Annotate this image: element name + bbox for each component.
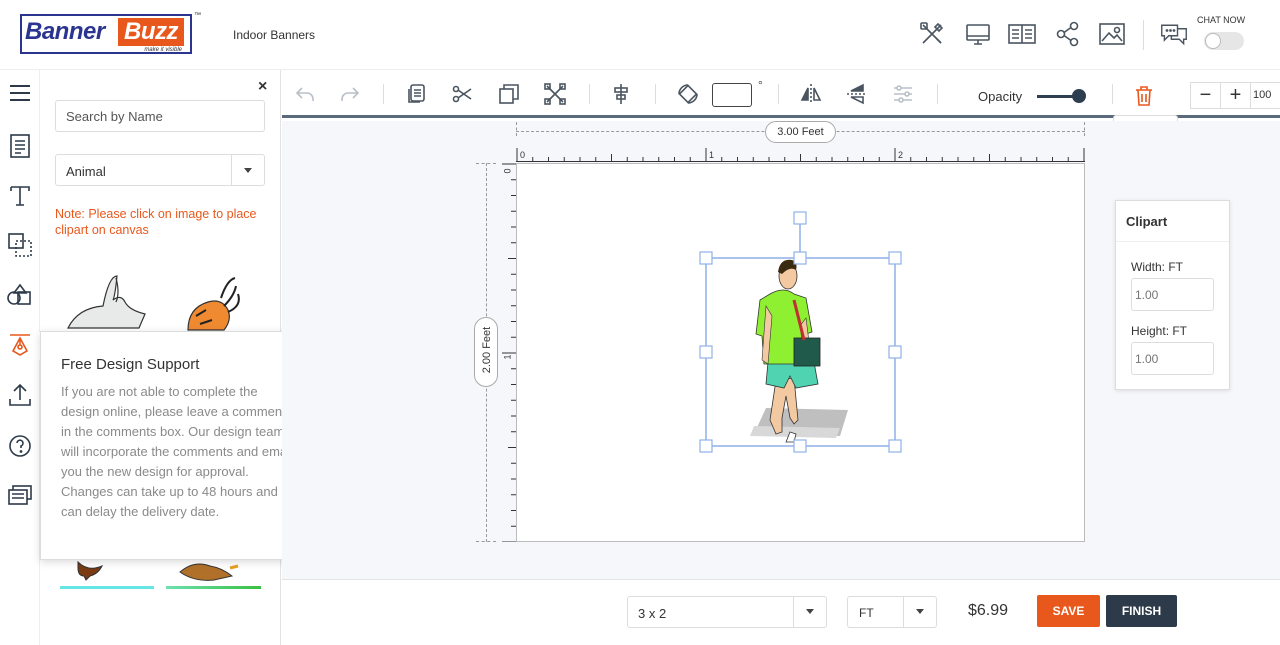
width-dimension-tick	[1084, 122, 1085, 136]
pen-tool-icon[interactable]	[6, 331, 34, 359]
divider	[1116, 241, 1229, 242]
height-dimension-tick	[476, 541, 496, 542]
toolbar-separator	[383, 84, 384, 104]
logo-trademark: ™	[194, 12, 201, 19]
image-icon[interactable]	[1098, 20, 1126, 48]
height-dimension-tick	[476, 163, 496, 164]
help-icon[interactable]	[6, 432, 34, 460]
opacity-slider-handle[interactable]	[1072, 89, 1086, 103]
tools-icon[interactable]	[918, 20, 946, 48]
toolbar-separator	[937, 84, 938, 104]
redo-icon[interactable]	[338, 82, 362, 106]
clipart-icon[interactable]	[6, 281, 34, 309]
bannerbuzz-logo[interactable]: Banner Buzz make it visible	[20, 14, 192, 54]
save-button[interactable]: SAVE	[1037, 595, 1100, 627]
zoom-value[interactable]: 100	[1253, 89, 1271, 101]
chat-now-label: CHAT NOW	[1197, 15, 1246, 25]
clipart-properties-panel: Clipart Width: FT Height: FT	[1115, 200, 1230, 390]
chevron-down-icon[interactable]	[793, 597, 826, 627]
chevron-down-icon[interactable]	[231, 155, 264, 185]
degree-symbol: °	[758, 78, 763, 92]
support-body: If you are not able to complete the desi…	[61, 384, 293, 519]
paste-icon[interactable]	[405, 82, 429, 106]
ruler-top-label: 1	[709, 150, 715, 160]
book-icon[interactable]	[1008, 20, 1036, 48]
panel-close-icon[interactable]: ×	[258, 78, 267, 96]
width-dimension-tick	[516, 122, 517, 136]
height-input[interactable]	[1131, 342, 1214, 375]
product-title: Indoor Banners	[233, 28, 316, 42]
cut-icon[interactable]	[450, 82, 474, 106]
comments-icon[interactable]	[6, 482, 34, 510]
toolbar-separator	[1112, 84, 1113, 104]
top-ruler	[516, 148, 1085, 162]
toolbar-separator	[589, 84, 590, 104]
shapes-icon[interactable]	[6, 231, 34, 259]
undo-icon[interactable]	[293, 82, 317, 106]
flip-horizontal-icon[interactable]	[799, 82, 823, 106]
width-input[interactable]	[1131, 278, 1214, 311]
hamburger-menu-icon[interactable]	[6, 79, 34, 107]
height-label: Height: FT	[1131, 324, 1188, 338]
chat-icon[interactable]	[1160, 20, 1192, 50]
zoom-control: − + 100	[1190, 82, 1280, 109]
zoom-out-button[interactable]: −	[1191, 83, 1221, 108]
chat-now-toggle[interactable]	[1204, 32, 1244, 50]
template-icon[interactable]	[6, 132, 34, 160]
placement-note: Note: Please click on image to place cli…	[55, 207, 257, 237]
toolbar-separator	[655, 84, 656, 104]
chevron-down-icon[interactable]	[903, 597, 936, 627]
thumb-selection-bar	[60, 586, 154, 589]
edit-toolbar	[282, 70, 1280, 118]
rotate-icon[interactable]	[676, 82, 700, 106]
category-select[interactable]: Animal	[55, 154, 265, 186]
duplicate-icon[interactable]	[497, 82, 521, 106]
search-input[interactable]	[55, 100, 265, 132]
finish-button[interactable]: FINISH	[1106, 595, 1177, 627]
price-label: $6.99	[968, 602, 1009, 619]
trash-icon[interactable]	[1133, 84, 1155, 108]
left-ruler	[502, 163, 516, 542]
clipart-panel-title: Clipart	[1126, 214, 1168, 229]
toggle-knob	[1205, 33, 1221, 49]
unit-select[interactable]: FT	[847, 596, 937, 628]
width-dimension-label: 3.00 Feet	[765, 121, 836, 143]
adjust-sliders-icon[interactable]	[891, 82, 915, 106]
height-dimension-label: 2.00 Feet	[474, 317, 498, 387]
clipart-thumb-tiger[interactable]	[166, 268, 261, 338]
ruler-left-label: 0	[502, 168, 513, 174]
upload-icon[interactable]	[6, 381, 34, 409]
clipart-thumb-rabbit[interactable]	[58, 268, 153, 338]
width-label: Width: FT	[1131, 260, 1184, 274]
flip-vertical-icon[interactable]	[845, 82, 869, 106]
ruler-left-label: 1	[502, 354, 513, 360]
selected-clipart[interactable]	[698, 210, 908, 456]
text-icon[interactable]	[6, 182, 34, 210]
toolbar-separator	[778, 84, 779, 104]
ruler-top-label: 2	[898, 150, 904, 160]
thumb-selection-bar	[166, 586, 261, 589]
align-icon[interactable]	[609, 82, 633, 106]
app-header	[0, 0, 1280, 70]
zoom-in-button[interactable]: +	[1221, 83, 1251, 108]
share-icon[interactable]	[1054, 20, 1082, 48]
support-title: Free Design Support	[61, 356, 200, 373]
rotation-input[interactable]	[712, 83, 752, 107]
design-support-popup: Free Design Support × If you are not abl…	[40, 331, 310, 560]
opacity-label: Opacity	[978, 89, 1023, 104]
size-select[interactable]: 3 x 2	[627, 596, 827, 628]
desktop-preview-icon[interactable]	[964, 20, 992, 48]
remove-background-icon[interactable]	[543, 82, 567, 106]
ruler-top-label: 0	[520, 150, 526, 160]
header-divider	[1143, 20, 1144, 50]
